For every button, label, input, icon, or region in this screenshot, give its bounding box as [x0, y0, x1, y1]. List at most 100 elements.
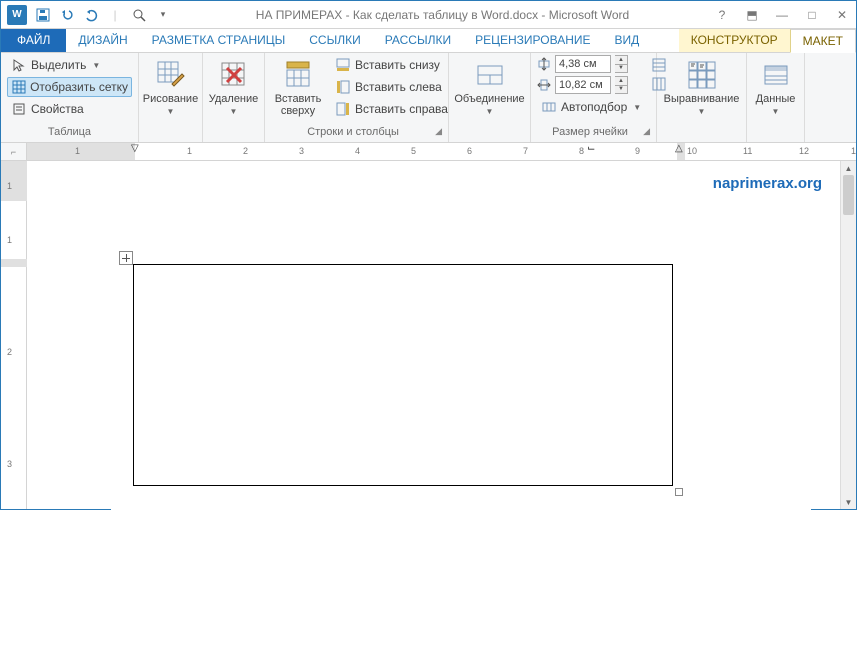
maximize-icon[interactable]: □: [804, 8, 820, 22]
select-button[interactable]: Выделить ▼: [7, 55, 132, 75]
merge-label: Объединение: [454, 93, 524, 105]
insert-below-button[interactable]: Вставить снизу: [331, 55, 452, 75]
tab-mailings[interactable]: РАССЫЛКИ: [373, 29, 463, 52]
tab-stop-marker[interactable]: ⌙: [587, 143, 595, 154]
vertical-ruler[interactable]: 1 1 2 3: [1, 161, 27, 509]
horizontal-ruler[interactable]: ⌐ ▽ ⌙ △ 1 1 2 3 4 5 6 7 8 9 10 11 12 13: [1, 143, 856, 161]
chevron-down-icon: ▼: [167, 107, 175, 116]
dialog-launcher-icon[interactable]: ◢: [435, 126, 442, 137]
redo-icon[interactable]: [83, 7, 99, 23]
tab-design[interactable]: ДИЗАЙН: [66, 29, 139, 52]
zoom-preview-icon[interactable]: [131, 7, 147, 23]
save-icon[interactable]: [35, 7, 51, 23]
select-label: Выделить: [31, 58, 86, 72]
chevron-down-icon: ▼: [92, 61, 100, 70]
indent-marker-left[interactable]: ▽: [131, 143, 139, 154]
group-merge: Объединение ▼: [449, 53, 531, 142]
group-drawing: Рисование ▼: [139, 53, 203, 142]
drawing-button[interactable]: Рисование ▼: [144, 55, 198, 120]
watermark-text: naprimerax.org: [713, 175, 822, 192]
qat-customize-icon[interactable]: ▾: [155, 7, 171, 23]
row-height-input[interactable]: 4,38 см: [555, 55, 611, 73]
indent-marker-right[interactable]: △: [675, 143, 683, 154]
help-icon[interactable]: ?: [714, 8, 730, 22]
drawing-label: Рисование: [143, 93, 198, 105]
alignment-button[interactable]: Выравнивание ▼: [663, 55, 740, 120]
group-rows-cols-label: Строки и столбцы ◢: [271, 126, 442, 140]
insert-row-above-icon: [282, 59, 314, 91]
tab-layout[interactable]: МАКЕТ: [790, 29, 856, 53]
ruler-corner[interactable]: ⌐: [1, 143, 27, 160]
ruler-track: ▽ ⌙ △ 1 1 2 3 4 5 6 7 8 9 10 11 12 13: [27, 143, 856, 160]
tab-page-layout[interactable]: РАЗМЕТКА СТРАНИЦЫ: [140, 29, 298, 52]
grid-icon: [11, 79, 26, 95]
group-data-label: [753, 126, 798, 140]
tab-review[interactable]: РЕЦЕНЗИРОВАНИЕ: [463, 29, 602, 52]
ribbon-display-icon[interactable]: ⬒: [744, 8, 760, 22]
delete-table-icon: [218, 59, 250, 91]
group-data: Данные ▼: [747, 53, 805, 142]
properties-button[interactable]: Свойства: [7, 99, 132, 119]
properties-label: Свойства: [31, 102, 84, 116]
scroll-thumb[interactable]: [843, 175, 854, 215]
ribbon: Выделить ▼ Отобразить сетку Свойства Та: [1, 53, 856, 143]
insert-right-button[interactable]: Вставить справа: [331, 99, 452, 119]
insert-col-left-icon: [335, 79, 351, 95]
tab-references[interactable]: ССЫЛКИ: [297, 29, 372, 52]
tab-view[interactable]: ВИД: [603, 29, 652, 52]
group-table: Выделить ▼ Отобразить сетку Свойства Та: [1, 53, 139, 142]
autofit-icon: [541, 99, 557, 115]
insert-left-button[interactable]: Вставить слева: [331, 77, 452, 97]
pencil-grid-icon: [155, 59, 187, 91]
chevron-down-icon: ▼: [486, 107, 494, 116]
group-rows-cols: Вставить сверху Вставить снизу Вставить …: [265, 53, 449, 142]
vertical-scrollbar[interactable]: ▲ ▼: [840, 161, 856, 509]
insert-left-label: Вставить слева: [355, 80, 442, 94]
data-table-icon: [760, 59, 792, 91]
word-app-icon: W: [7, 5, 27, 25]
insert-col-right-icon: [335, 101, 351, 117]
table-resize-handle[interactable]: [675, 488, 683, 496]
delete-button[interactable]: Удаление ▼: [207, 55, 261, 120]
minimize-icon[interactable]: —: [774, 8, 790, 22]
show-grid-label: Отобразить сетку: [30, 80, 128, 94]
chevron-down-icon: ▼: [230, 107, 238, 116]
table-move-handle[interactable]: [119, 251, 133, 265]
properties-icon: [11, 101, 27, 117]
undo-icon[interactable]: [59, 7, 75, 23]
row-height-icon: [537, 57, 551, 71]
row-height-spinner[interactable]: ▲▼: [615, 55, 628, 73]
col-width-spinner[interactable]: ▲▼: [615, 76, 628, 94]
group-cell-size: 4,38 см ▲▼ 10,82 см ▲▼ Автоподбор ▼: [531, 53, 657, 142]
document-canvas[interactable]: naprimerax.org: [27, 161, 856, 509]
merge-cells-icon: [474, 59, 506, 91]
autofit-label: Автоподбор: [561, 100, 627, 114]
group-merge-label: [455, 126, 524, 140]
group-alignment: Выравнивание ▼: [657, 53, 747, 142]
quick-access-toolbar: W | ▾: [7, 5, 171, 25]
insert-row-below-icon: [335, 57, 351, 73]
alignment-label: Выравнивание: [664, 93, 740, 105]
qat-divider: |: [107, 7, 123, 23]
dialog-launcher-icon[interactable]: ◢: [643, 126, 650, 137]
autofit-button[interactable]: Автоподбор ▼: [537, 97, 645, 117]
tab-file[interactable]: ФАЙЛ: [1, 29, 66, 52]
table-cell[interactable]: [133, 264, 673, 486]
data-button[interactable]: Данные ▼: [749, 55, 803, 120]
group-table-label: Таблица: [7, 126, 132, 140]
insert-above-button[interactable]: Вставить сверху: [271, 55, 325, 121]
window-title: НА ПРИМЕРАХ - Как сделать таблицу в Word…: [171, 8, 714, 22]
scroll-down-icon[interactable]: ▼: [841, 495, 856, 509]
close-icon[interactable]: ✕: [834, 8, 850, 22]
col-width-input[interactable]: 10,82 см: [555, 76, 611, 94]
scroll-up-icon[interactable]: ▲: [841, 161, 856, 175]
tab-constructor[interactable]: КОНСТРУКТОР: [679, 29, 790, 52]
chevron-down-icon: ▼: [633, 103, 641, 112]
insert-right-label: Вставить справа: [355, 102, 448, 116]
title-bar: W | ▾ НА ПРИМЕРАХ - Как сделать таблицу …: [1, 1, 856, 29]
merge-button[interactable]: Объединение ▼: [455, 55, 524, 120]
insert-below-label: Вставить снизу: [355, 58, 440, 72]
align-grid-icon: [686, 59, 718, 91]
show-grid-button[interactable]: Отобразить сетку: [7, 77, 132, 97]
col-width-icon: [537, 78, 551, 92]
